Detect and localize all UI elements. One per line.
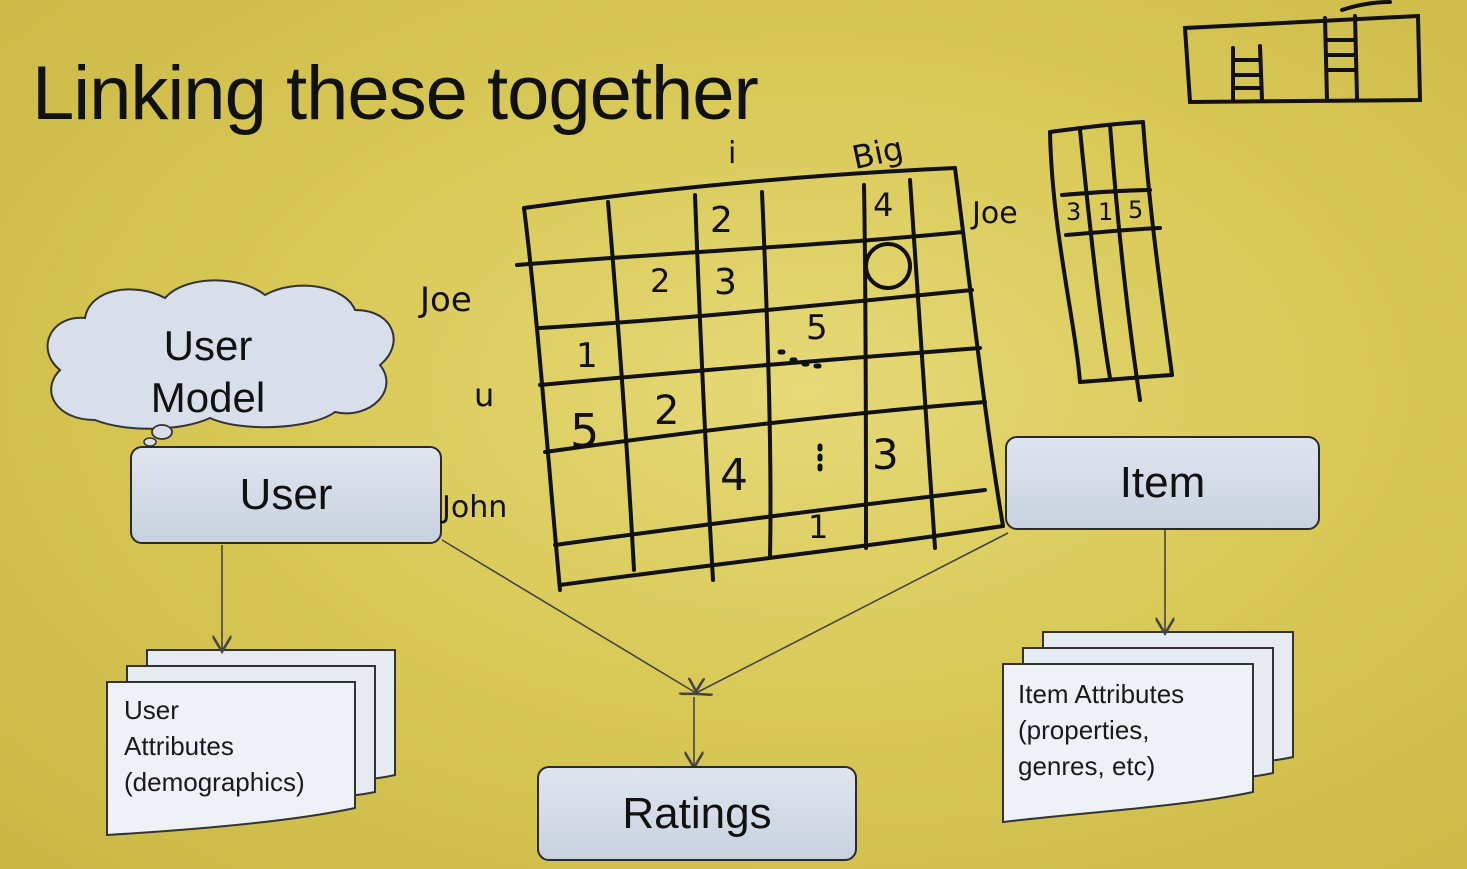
hw-matrix-value: 2 bbox=[654, 388, 680, 434]
item-attributes-text: Item Attributes (properties, genres, etc… bbox=[1018, 676, 1184, 784]
hw-row-label-u: u bbox=[474, 376, 495, 414]
hw-vector-value: 3 bbox=[1066, 198, 1082, 226]
user-attributes-line1: User bbox=[124, 695, 179, 725]
hw-matrix-value: 2 bbox=[650, 262, 671, 300]
hw-side-label-joe: Joe bbox=[972, 196, 1018, 231]
handdrawn-item-vector bbox=[1048, 120, 1174, 402]
hw-row-label-john: John bbox=[442, 490, 508, 525]
item-box: Item bbox=[1005, 436, 1320, 530]
hw-matrix-value: 4 bbox=[720, 450, 748, 501]
cloud-line-model: Model bbox=[150, 374, 266, 421]
hw-vector-value: 5 bbox=[1128, 196, 1144, 224]
hw-matrix-value: 2 bbox=[710, 200, 733, 241]
user-attributes-line2: Attributes bbox=[124, 731, 234, 761]
hw-matrix-value: 5 bbox=[806, 308, 828, 348]
user-attributes-line3: (demographics) bbox=[124, 767, 305, 797]
hw-vector-value: 1 bbox=[1098, 198, 1114, 226]
item-attributes-line1: Item Attributes bbox=[1018, 679, 1185, 709]
user-attributes-text: User Attributes (demographics) bbox=[124, 692, 305, 800]
handdrawn-sketch-top-right bbox=[1182, 0, 1423, 105]
ratings-box: Ratings bbox=[537, 766, 857, 861]
hw-matrix-value: 1 bbox=[808, 508, 829, 546]
handdrawn-ratings-matrix bbox=[515, 166, 1005, 592]
hw-matrix-value: 4 bbox=[873, 186, 894, 224]
cloud-line-user: User bbox=[163, 322, 253, 369]
hw-matrix-value: 1 bbox=[576, 336, 598, 376]
user-box: User bbox=[130, 446, 442, 544]
user-model-cloud-label: User Model bbox=[118, 320, 298, 424]
hw-matrix-value: 3 bbox=[872, 430, 899, 479]
hw-row-label-joe: Joe bbox=[420, 280, 472, 320]
hw-matrix-value: 5 bbox=[570, 404, 600, 458]
item-attributes-line2: (properties, bbox=[1018, 715, 1150, 745]
hw-matrix-value: 3 bbox=[714, 262, 737, 303]
hw-col-label-i: i bbox=[728, 136, 737, 171]
item-attributes-line3: genres, etc) bbox=[1018, 751, 1156, 781]
